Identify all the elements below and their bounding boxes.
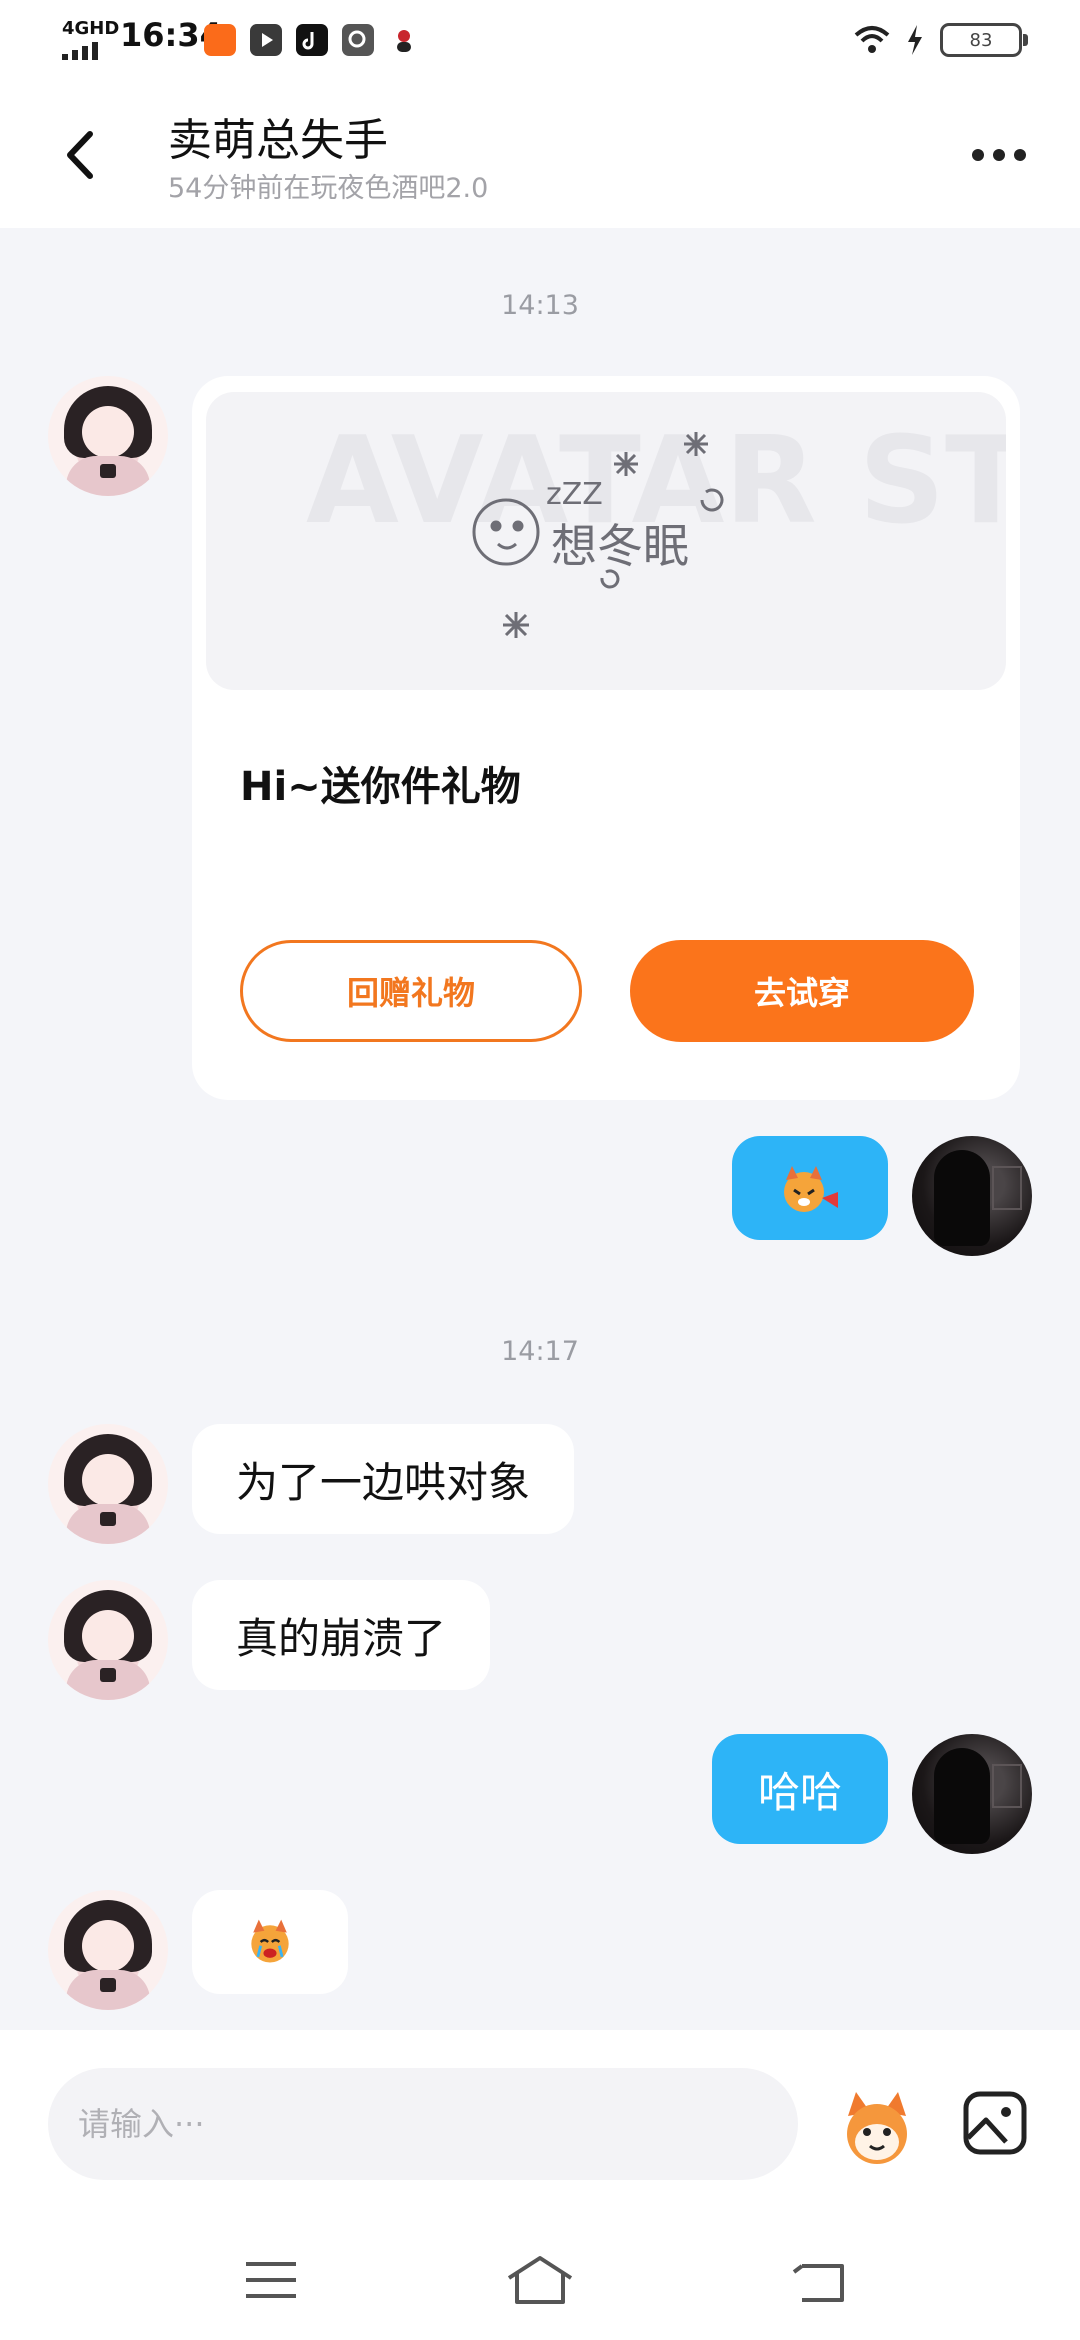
contact-status: 54分钟前在玩夜色酒吧2.0 xyxy=(168,173,489,204)
back-nav-button[interactable] xyxy=(786,2250,856,2310)
received-sticker-bubble[interactable] xyxy=(192,1890,348,1994)
charging-icon xyxy=(908,25,922,55)
gift-message: Hi~送你件礼物 xyxy=(240,764,521,810)
home-icon xyxy=(507,2256,573,2304)
message-text: 哈哈 xyxy=(757,1767,842,1817)
contact-avatar[interactable] xyxy=(48,1424,168,1544)
crying-sticker-icon xyxy=(251,1919,289,1963)
home-nav-button[interactable] xyxy=(505,2250,575,2310)
zzz-text: zZZ xyxy=(546,477,603,512)
avatar-app-icon xyxy=(388,24,420,56)
menu-icon xyxy=(246,2262,296,2298)
sticker-text: 想冬眠 xyxy=(551,519,689,573)
sent-message-bubble[interactable]: 哈哈 xyxy=(712,1734,888,1844)
kuaishou-icon xyxy=(204,24,236,56)
menu-nav-button[interactable] xyxy=(236,2250,306,2310)
signal-icon xyxy=(62,42,98,60)
search-app-icon xyxy=(342,24,374,56)
image-button[interactable] xyxy=(960,2088,1030,2158)
sticker-button[interactable] xyxy=(834,2086,920,2172)
wifi-icon xyxy=(854,26,890,53)
timestamp: 14:17 xyxy=(501,1336,579,1367)
dot-icon xyxy=(1014,149,1026,161)
return-gift-button[interactable]: 回赠礼物 xyxy=(240,940,582,1042)
mascot-emoji-icon xyxy=(847,2092,907,2164)
chat-header: 卖萌总失手 54分钟前在玩夜色酒吧2.0 xyxy=(0,80,1080,228)
back-arrow-icon xyxy=(792,2264,844,2302)
gift-image: AVATAR STORE zZZ 想冬眠 xyxy=(206,392,1006,690)
contact-avatar[interactable] xyxy=(48,1890,168,2010)
video-player-icon xyxy=(250,24,282,56)
contact-avatar[interactable] xyxy=(48,376,168,496)
battery-icon: 83 xyxy=(940,23,1028,57)
chevron-left-icon xyxy=(67,131,93,179)
network-type: 4GHD xyxy=(62,18,120,39)
input-bar xyxy=(0,2030,1080,2230)
timestamp: 14:13 xyxy=(501,290,579,321)
sticker-icon xyxy=(784,1166,838,1212)
system-navigation-bar xyxy=(0,2230,1080,2340)
image-icon xyxy=(963,2091,1027,2155)
status-bar: 4GHD 16:34 83 xyxy=(0,0,1080,80)
try-on-button[interactable]: 去试穿 xyxy=(630,940,974,1042)
battery-level: 83 xyxy=(969,29,993,51)
dot-icon xyxy=(972,149,984,161)
status-right: 83 xyxy=(854,18,1028,62)
received-message-bubble[interactable]: 为了一边哄对象 xyxy=(192,1424,575,1534)
contact-avatar[interactable] xyxy=(48,1580,168,1700)
gift-card[interactable]: AVATAR STORE zZZ 想冬眠 Hi~送你件礼物 回赠礼物 去试穿 xyxy=(192,376,1020,1100)
more-options-button[interactable] xyxy=(964,130,1034,180)
my-avatar[interactable] xyxy=(912,1734,1032,1854)
gift-illustration: AVATAR STORE zZZ 想冬眠 xyxy=(306,412,1006,638)
my-avatar[interactable] xyxy=(912,1136,1032,1256)
message-input[interactable] xyxy=(48,2068,798,2180)
sent-sticker-bubble[interactable] xyxy=(732,1136,888,1240)
message-text: 真的崩溃了 xyxy=(236,1613,447,1663)
tiktok-icon xyxy=(296,24,328,56)
back-button[interactable] xyxy=(56,120,116,190)
dot-icon xyxy=(993,149,1005,161)
received-message-bubble[interactable]: 真的崩溃了 xyxy=(192,1580,491,1690)
message-text: 为了一边哄对象 xyxy=(236,1457,531,1507)
contact-name: 卖萌总失手 xyxy=(168,115,388,166)
